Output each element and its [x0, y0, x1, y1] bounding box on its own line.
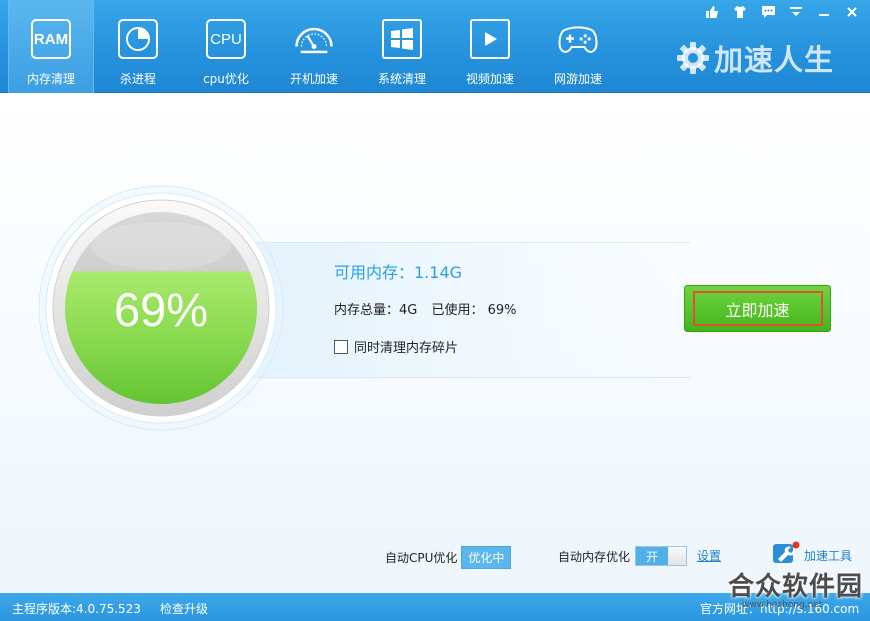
nav-label: 网游加速: [553, 72, 602, 86]
gamepad-icon: [558, 19, 598, 59]
notification-dot: [792, 541, 800, 549]
nav-label: 杀进程: [119, 72, 156, 86]
chat-icon[interactable]: [754, 0, 782, 24]
defrag-checkbox[interactable]: [334, 339, 348, 354]
settings-link[interactable]: 设置: [697, 547, 721, 564]
ram-icon: RAM: [31, 19, 71, 59]
auto-cpu-toggle[interactable]: 优化中: [461, 546, 512, 569]
auto-cpu-label: 自动CPU优化: [385, 551, 458, 565]
cpu-icon: CPU: [206, 19, 246, 59]
nav-memory-clean[interactable]: RAM 内存清理: [8, 0, 94, 93]
thumbs-up-icon[interactable]: [698, 0, 726, 24]
auto-cpu-optimize: 自动CPU优化 优化中: [385, 546, 512, 569]
total-memory: 内存总量：4G: [334, 303, 418, 318]
check-update-link[interactable]: 检查升级: [160, 600, 208, 617]
version-text: 主程序版本:4.0.75.523: [12, 602, 141, 616]
speed-tools-label: 加速工具: [804, 549, 853, 563]
boost-now-label: 立即加速: [692, 291, 823, 326]
windows-logo-icon: [382, 19, 422, 59]
speedometer-icon: [294, 19, 334, 59]
tshirt-icon[interactable]: [726, 0, 754, 24]
speed-tools-button[interactable]: 加速工具: [772, 541, 852, 565]
play-icon: [470, 19, 510, 59]
nav-video-speedup[interactable]: 视频加速: [446, 0, 534, 93]
nav-label: 视频加速: [465, 72, 514, 86]
window-controls: [698, 0, 866, 24]
brand-name: 加速人生: [714, 43, 835, 77]
nav-label: 系统清理: [377, 72, 426, 86]
gear-icon: [677, 42, 709, 74]
used-memory: 已使用： 69%: [431, 303, 517, 318]
defrag-option[interactable]: 同时清理内存碎片: [334, 337, 458, 356]
auto-memory-optimize: 自动内存优化 开: [558, 546, 688, 566]
nav-kill-process[interactable]: 杀进程: [94, 0, 182, 93]
nav-label: 内存清理: [26, 72, 75, 86]
nav-label: 开机加速: [289, 72, 338, 86]
auto-mem-switch[interactable]: 开: [635, 546, 688, 566]
switch-knob: [668, 547, 687, 565]
memory-summary: 内存总量：4G 已使用： 69%: [334, 299, 517, 318]
boost-now-button[interactable]: 立即加速: [684, 285, 831, 332]
gauge-percent: 69%: [114, 283, 208, 336]
nav-game-speedup[interactable]: 网游加速: [534, 0, 622, 93]
wrench-icon: [773, 541, 800, 563]
minimize-icon[interactable]: [810, 0, 838, 24]
ram-icon-text: RAM: [33, 30, 69, 48]
close-icon[interactable]: [838, 0, 866, 24]
nav-boot-speedup[interactable]: 开机加速: [270, 0, 358, 93]
dropdown-icon[interactable]: [782, 0, 810, 24]
memory-clean-panel: 69% 可用内存：1.14G 内存总量：4G 已使用： 69% 同时清理内存碎片…: [0, 93, 870, 593]
watermark-sub: www.hezhong.net: [742, 600, 823, 610]
pie-chart-icon: [118, 19, 158, 59]
cpu-icon-text: CPU: [210, 30, 242, 48]
nav-cpu-optimize[interactable]: CPU cpu优化: [182, 0, 270, 93]
nav-system-clean[interactable]: 系统清理: [358, 0, 446, 93]
available-memory: 可用内存：1.14G: [334, 263, 463, 282]
watermark: 合众软件园: [728, 572, 864, 602]
brand-logo: 加速人生: [676, 40, 835, 77]
nav-label: cpu优化: [203, 72, 249, 86]
switch-on-label: 开: [636, 547, 669, 565]
auto-mem-label: 自动内存优化: [558, 549, 631, 564]
defrag-label: 同时清理内存碎片: [354, 341, 459, 356]
top-toolbar: RAM 内存清理 杀进程 CPU cpu优化 开机加速 系统清理 视频加速 网游…: [0, 0, 870, 93]
main-nav: RAM 内存清理 杀进程 CPU cpu优化 开机加速 系统清理 视频加速 网游…: [8, 0, 622, 93]
memory-gauge: 69%: [38, 176, 284, 440]
